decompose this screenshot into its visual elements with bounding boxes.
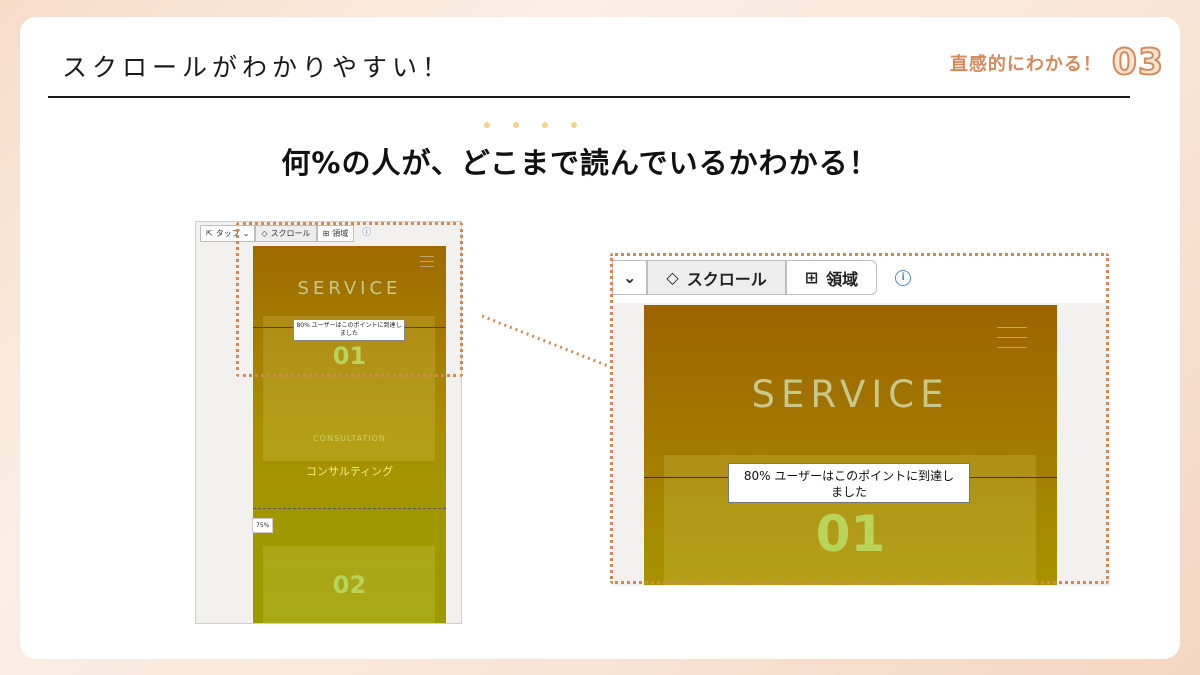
connector-line bbox=[481, 314, 609, 368]
zoom-detail-frame bbox=[610, 253, 1109, 584]
